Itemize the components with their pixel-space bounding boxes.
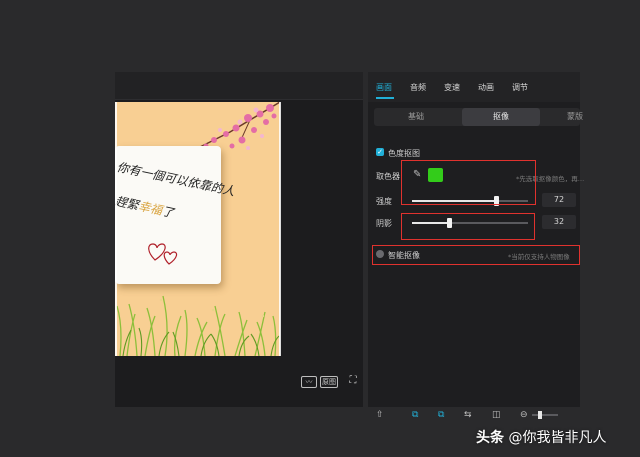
export-icon[interactable]: ⇧ — [376, 410, 384, 420]
color-picker-label: 取色器 — [376, 172, 400, 181]
shadow-label: 阴影 — [376, 219, 392, 228]
chroma-key-checkbox[interactable]: ✓ — [376, 148, 384, 156]
preview-topbar — [115, 72, 363, 100]
timeline-toolbar: ⇧ ⧉ ⧉ ⇆ ◫ ⊖ — [368, 408, 580, 422]
tab-speed[interactable]: 变速 — [444, 82, 460, 93]
zoom-out-icon[interactable]: ⊖ — [520, 410, 528, 420]
properties-panel: 画面 音频 变速 动画 调节 基础 抠像 蒙版 ✓ 色度抠图 取色器 ✎ *先选… — [368, 72, 584, 407]
link-icon[interactable]: ⧉ — [438, 410, 444, 420]
preview-axis-icon[interactable]: ◫ — [492, 410, 501, 420]
subtab-mask[interactable]: 蒙版 — [560, 108, 590, 126]
annotation-box-shadow — [401, 213, 535, 240]
quote-card: 你有一個可以依靠的人 趕緊幸福了 — [115, 146, 236, 284]
grass-image — [116, 295, 280, 356]
chroma-key-label: 色度抠图 — [388, 149, 420, 158]
canvas-crop-handle-left[interactable] — [115, 102, 117, 356]
annotation-box-smart-cutout — [372, 245, 580, 265]
strength-value[interactable]: 72 — [542, 193, 576, 207]
subtab-basic[interactable]: 基础 — [378, 108, 454, 126]
card-text-line2: 趕緊幸福了 — [115, 193, 176, 221]
shadow-value[interactable]: 32 — [542, 215, 576, 229]
picture-subtabs: 基础 抠像 蒙版 — [374, 108, 583, 126]
tab-adjust[interactable]: 调节 — [512, 82, 528, 93]
preview-canvas[interactable]: 你有一個可以依靠的人 趕緊幸福了 — [115, 102, 280, 356]
canvas-crop-handle-right[interactable] — [279, 102, 281, 356]
zoom-slider[interactable] — [532, 411, 558, 419]
preview-panel: 你有一個可以依靠的人 趕緊幸福了 〰 原图 ⛶ — [115, 72, 363, 407]
tab-audio[interactable]: 音频 — [410, 82, 426, 93]
subtab-cutout[interactable]: 抠像 — [462, 108, 540, 126]
watermark: 头条 @你我皆非凡人 — [476, 430, 607, 446]
hearts-icon — [148, 243, 178, 265]
waveform-button[interactable]: 〰 — [301, 376, 317, 388]
preview-controls: 〰 原图 ⛶ — [115, 368, 363, 398]
card-text-line1: 你有一個可以依靠的人 — [115, 159, 236, 199]
tab-animation[interactable]: 动画 — [478, 82, 494, 93]
annotation-box-picker-strength — [401, 160, 536, 205]
tab-picture[interactable]: 画面 — [376, 82, 392, 93]
freeze-icon[interactable]: ⧉ — [412, 410, 418, 420]
property-tabs: 画面 音频 变速 动画 调节 — [368, 72, 580, 102]
fullscreen-icon[interactable]: ⛶ — [348, 376, 358, 388]
split-icon[interactable]: ⇆ — [464, 410, 472, 420]
original-ratio-button[interactable]: 原图 — [320, 376, 338, 388]
active-tab-indicator — [376, 97, 394, 99]
strength-label: 强度 — [376, 197, 392, 206]
